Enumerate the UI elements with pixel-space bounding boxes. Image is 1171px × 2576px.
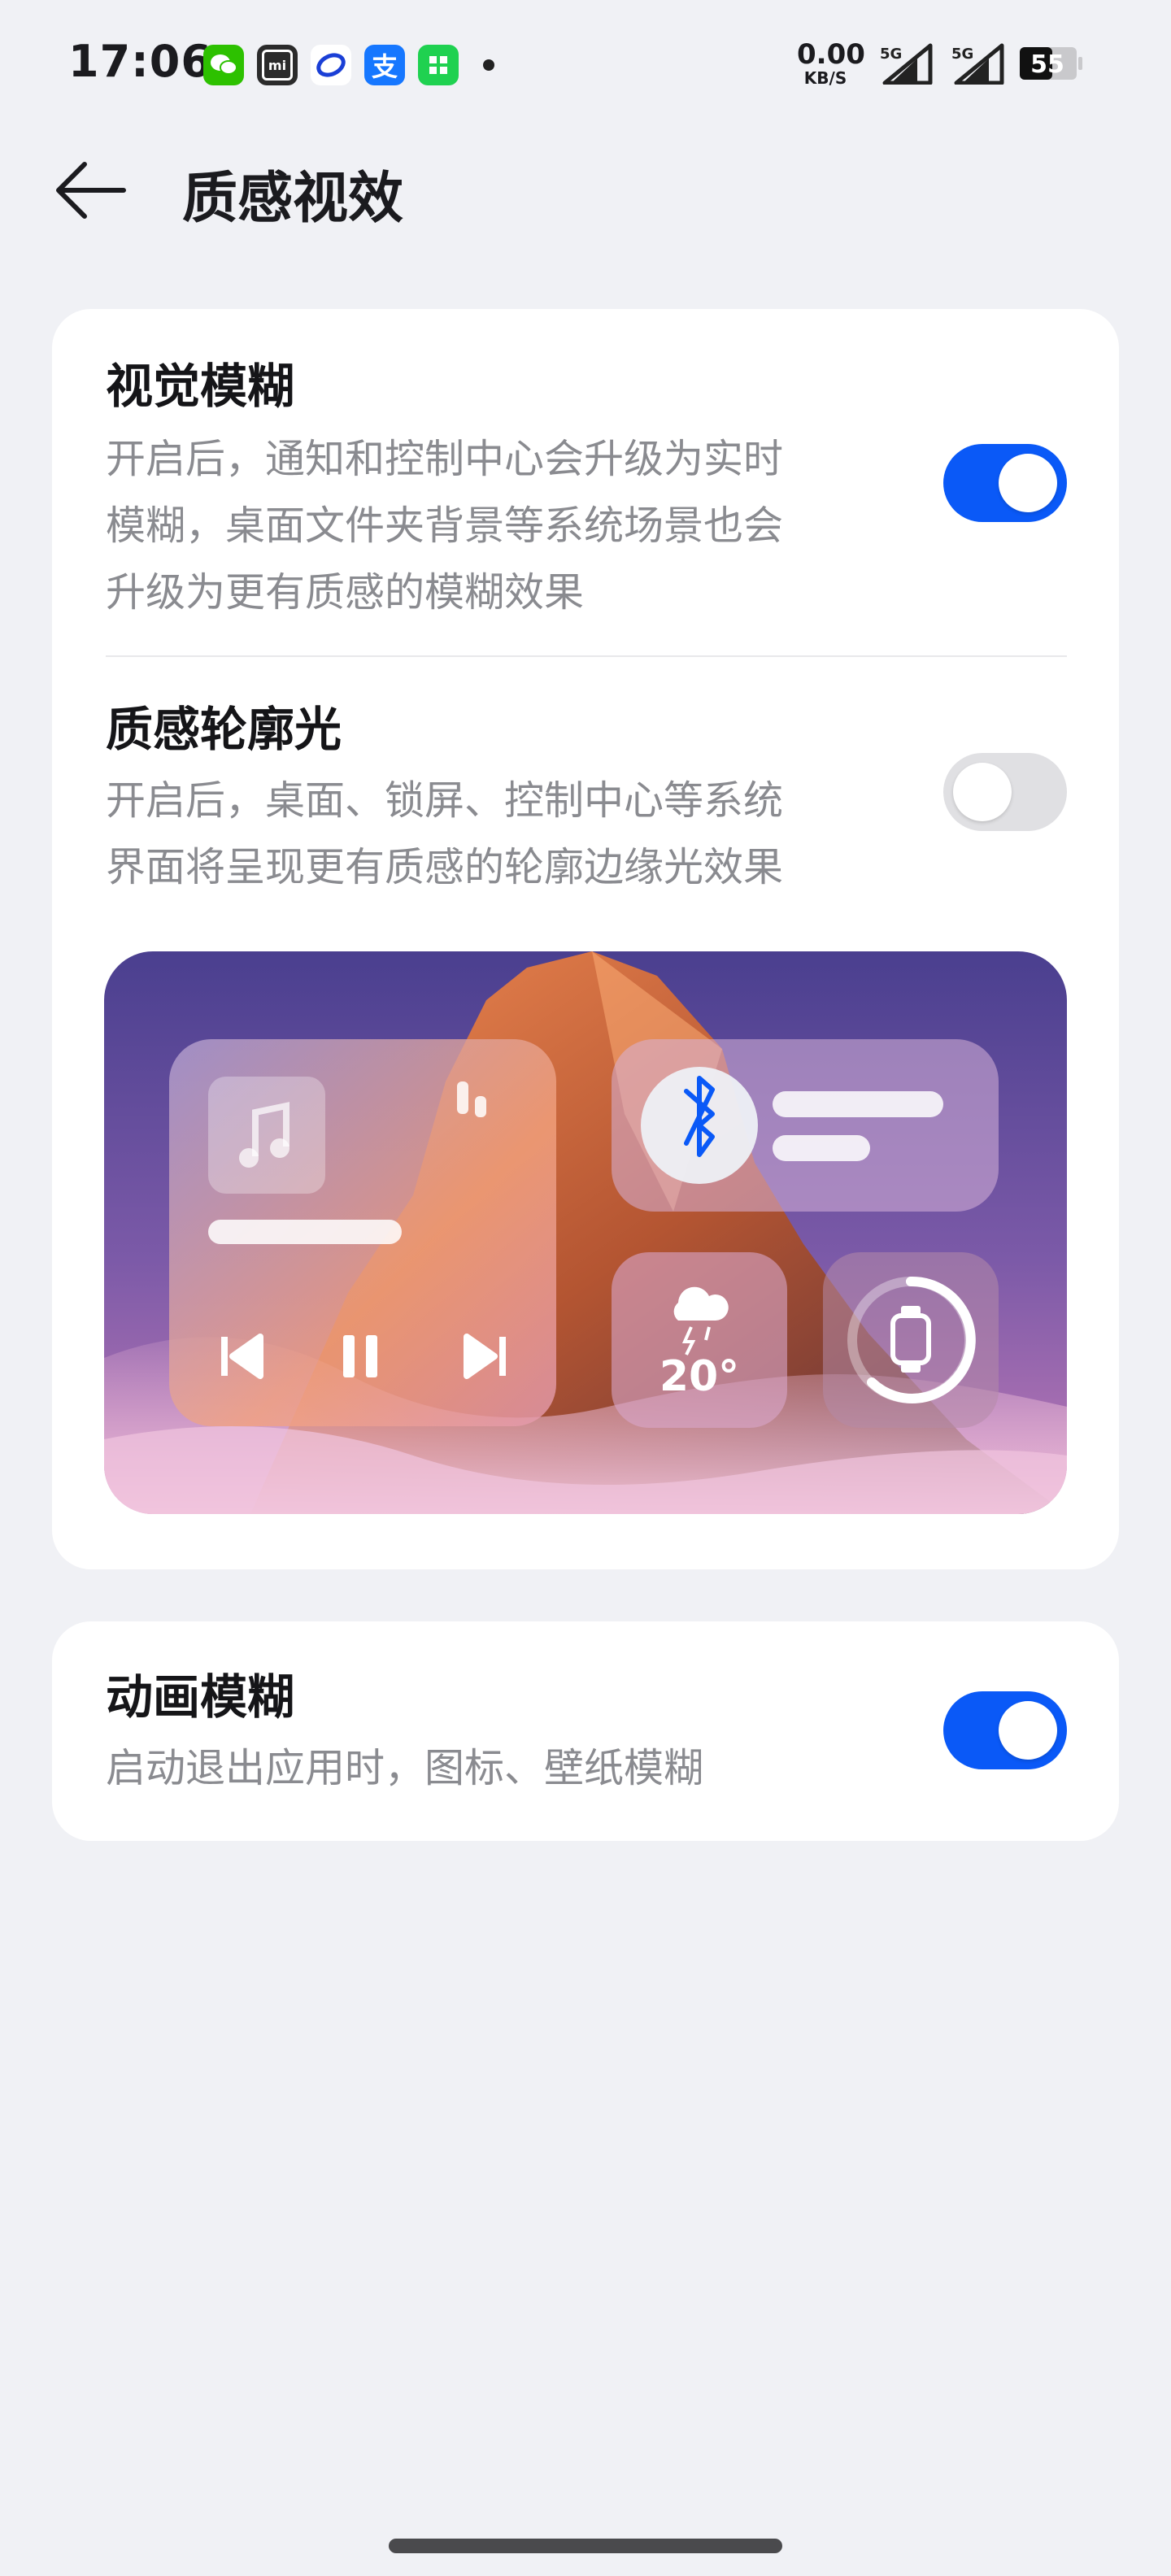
visual-effects-card: 视觉模糊 开启后，通知和控制中心会升级为实时 模糊，桌面文件夹背景等系统场景也会… bbox=[52, 309, 1119, 1569]
toggle-knob bbox=[999, 1701, 1057, 1760]
svg-text:55: 55 bbox=[1030, 50, 1064, 79]
outline-light-toggle[interactable] bbox=[943, 753, 1067, 831]
weather-temperature: 20° bbox=[660, 1352, 739, 1401]
mi-icon: mi bbox=[257, 45, 298, 85]
outline-light-title: 质感轮廓光 bbox=[106, 702, 342, 757]
alipay-icon: 支 bbox=[364, 45, 405, 85]
home-indicator[interactable] bbox=[389, 2539, 782, 2553]
svg-text:5G: 5G bbox=[951, 46, 973, 63]
signal-5g-icon-2: 5G bbox=[951, 43, 1004, 85]
browser-icon bbox=[311, 45, 351, 85]
outline-light-desc-line: 界面将呈现更有质感的轮廓边缘光效果 bbox=[106, 844, 784, 890]
divider bbox=[106, 655, 1067, 657]
more-notifications-dot bbox=[483, 59, 494, 71]
network-speed: 0.00 KB/S bbox=[797, 38, 865, 88]
animation-blur-toggle[interactable] bbox=[943, 1691, 1067, 1769]
visual-blur-desc-line: 升级为更有质感的模糊效果 bbox=[106, 569, 585, 616]
visual-blur-title: 视觉模糊 bbox=[106, 359, 295, 414]
animation-blur-card: 动画模糊 启动退出应用时，图标、壁纸模糊 bbox=[52, 1621, 1119, 1841]
outline-light-desc-line: 开启后，桌面、锁屏、控制中心等系统 bbox=[106, 777, 784, 824]
notification-app-icons: mi 支 bbox=[203, 45, 494, 85]
visual-blur-toggle[interactable] bbox=[943, 444, 1067, 522]
status-bar: 17:06 mi 支 0.00 KB/S 5G 5G 55 bbox=[0, 0, 1171, 130]
wechat-icon bbox=[203, 45, 244, 85]
animation-blur-title: 动画模糊 bbox=[106, 1669, 295, 1725]
animation-blur-description: 启动退出应用时，图标、壁纸模糊 bbox=[106, 1745, 704, 1791]
network-speed-value: 0.00 bbox=[797, 38, 865, 71]
visual-blur-description: 开启后，通知和控制中心会升级为实时 模糊，桌面文件夹背景等系统场景也会 升级为更… bbox=[106, 426, 886, 626]
app-green-icon bbox=[418, 45, 459, 85]
outline-light-description: 开启后，桌面、锁屏、控制中心等系统 界面将呈现更有质感的轮廓边缘光效果 bbox=[106, 768, 886, 901]
back-arrow-icon[interactable] bbox=[52, 159, 130, 221]
network-speed-unit: KB/S bbox=[803, 68, 847, 88]
toggle-knob bbox=[953, 763, 1012, 821]
status-time: 17:06 bbox=[68, 36, 212, 87]
effect-preview-image: 20° bbox=[104, 951, 1067, 1514]
page-title: 质感视效 bbox=[182, 167, 404, 231]
visual-blur-desc-line: 开启后，通知和控制中心会升级为实时 bbox=[106, 436, 784, 482]
visual-blur-desc-line: 模糊，桌面文件夹背景等系统场景也会 bbox=[106, 503, 784, 549]
battery-icon: 55 bbox=[1020, 47, 1082, 80]
signal-5g-icon-1: 5G bbox=[880, 43, 933, 85]
toggle-knob bbox=[999, 454, 1057, 512]
svg-text:5G: 5G bbox=[880, 46, 902, 63]
